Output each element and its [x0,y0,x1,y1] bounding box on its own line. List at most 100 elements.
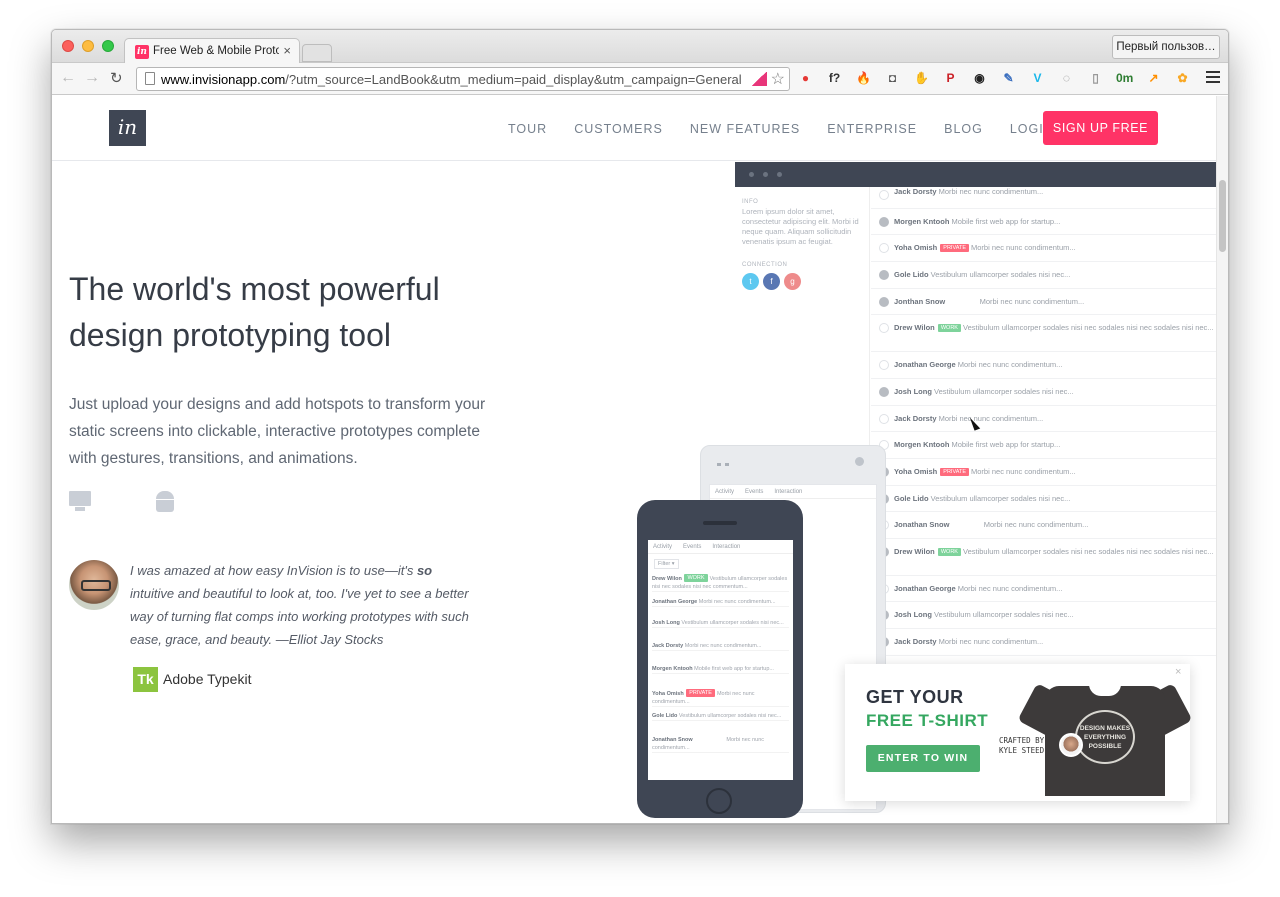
phone-message-row: Yoha Omish PRIVATE Morbi nec nunc condime… [652,689,789,707]
vimeo-icon[interactable]: V [1029,70,1046,87]
testimonial-quote: I was amazed at how easy InVision is to … [130,559,475,651]
reader-icon[interactable]: ▯ [1087,70,1104,87]
message-body: Morbi nec nunc condimentum... [971,467,1076,476]
message-sender: Josh Long [894,387,934,396]
forward-arrow-icon[interactable]: → [84,69,100,87]
eyedropper-icon[interactable]: ✎ [1000,70,1017,87]
message-sender: Jack Dorsty [894,637,939,646]
message-badge: CLIENTS [951,299,975,305]
message-badge: PRIVATE [940,468,970,476]
message-text: Jonathan Snow CLIENTS Morbi nec nunc cond… [894,520,1088,529]
mockup-dot [749,172,754,177]
message-sender: Yoha Omish [894,467,940,476]
message-avatar [879,323,889,333]
fquery-icon[interactable]: f? [826,70,843,87]
message-text: Gole Lido Vestibulum ullamcorper sodales… [894,270,1070,279]
phone-speaker [703,521,737,525]
pinterest-icon[interactable]: P [942,70,959,87]
message-sender: Jack Dorsty [894,414,939,423]
message-avatar [879,217,889,227]
puzzle-icon[interactable]: ✿ [1174,70,1191,87]
desktop-icon [69,489,93,515]
message-text: Josh Long Vestibulum ullamcorper sodales… [894,610,1074,619]
message-row: Yoha Omish PRIVATE Morbi nec nunc condime… [871,459,1217,486]
mockup-connection-heading: CONNECTION [742,262,788,268]
nav-blog[interactable]: BLOG [944,122,983,136]
message-sender: Yoha Omish [894,243,940,252]
nav-tour[interactable]: TOUR [508,122,547,136]
phone-message-body: Morbi nec nunc condimentum... [684,643,762,649]
profile-button[interactable]: Первый пользов… [1112,35,1220,59]
partner-name: Adobe Typekit [163,671,252,687]
message-sender: Gole Lido [894,494,931,503]
minimize-window-button[interactable] [82,40,94,52]
loader-icon[interactable]: ◌ [1058,70,1075,87]
message-badge: WORK [937,548,961,556]
url-text[interactable]: www.invisionapp.com/?utm_source=LandBook… [161,72,742,87]
bookmark-extension-icon[interactable] [751,72,767,86]
crafted-by-label: CRAFTED BY KYLE STEED [999,736,1045,755]
nav-enterprise[interactable]: ENTERPRISE [827,122,917,136]
nav-customers[interactable]: CUSTOMERS [574,122,663,136]
message-body: Vestibulum ullamcorper sodales nisi nec … [962,323,1214,332]
message-body: Mobile first web app for startup... [951,440,1061,449]
message-text: Morgen Kntooh Mobile first web app for s… [894,217,1060,226]
google-plus-icon: g [784,273,801,290]
scrollbar-thumb[interactable] [1219,180,1226,252]
evernote-icon[interactable]: ✋ [913,70,930,87]
message-avatar [879,360,889,370]
reload-icon[interactable]: ↻ [110,69,123,87]
message-sender: Morgen Kntooh [894,440,952,449]
sign-up-button[interactable]: SIGN UP FREE [1043,111,1158,145]
tshirt-image: DESIGN MAKES EVERYTHING POSSIBLE CRAFTED… [999,676,1193,796]
message-badge: PRIVATE [940,244,970,252]
flame-icon[interactable]: 🔥 [855,70,872,87]
phone-message-sender: Yoha Omish [652,691,686,697]
menu-hamburger-icon[interactable] [1206,71,1220,83]
mockup-tab: Events [683,544,702,550]
enter-to-win-button[interactable]: ENTER TO WIN [866,745,980,772]
message-row: Jonathan George Morbi nec nunc condiment… [871,352,1217,379]
pocket-icon[interactable]: ◘ [884,70,901,87]
invision-logo[interactable]: in [109,110,146,146]
bookmark-star-icon[interactable]: ☆ [771,69,785,89]
phone-message-sender: Josh Long [652,620,682,626]
mockup-info-heading: INFO [742,199,759,205]
browser-tab[interactable]: in Free Web & Mobile Prototy × [124,38,300,64]
camera-icon[interactable]: ◉ [971,70,988,87]
phone-message-row: Morgen Kntooh Mobile first web app for s… [652,665,789,674]
url-path: /?utm_source=LandBook&utm_medium=paid_di… [285,72,742,87]
message-avatar [879,414,889,424]
message-body: Morbi nec nunc condimentum... [983,520,1089,529]
address-bar[interactable]: www.invisionapp.com/?utm_source=LandBook… [136,67,790,91]
adblock-icon[interactable]: ● [797,70,814,87]
tshirt-promo: × GET YOUR FREE T-SHIRT ENTER TO WIN DES… [845,664,1193,801]
chart-icon[interactable]: ↗ [1145,70,1162,87]
message-text: Jack Dorsty Morbi nec nunc condimentum..… [894,187,1043,196]
mockup-info-text: Lorem ipsum dolor sit amet, consectetur … [742,207,859,246]
message-body: Morbi nec nunc condimentum... [938,414,1044,423]
message-text: Drew Wilon WORK Vestibulum ullamcorper so… [894,547,1214,556]
back-arrow-icon[interactable]: ← [60,69,76,87]
message-row: Jonathan George Morbi nec nunc condiment… [871,576,1217,602]
message-row: Jack Dorsty Morbi nec nunc condimentum..… [871,187,1217,209]
phone-message-badge: WORK [684,574,708,582]
mail-counter-icon[interactable]: 0m [1116,70,1133,87]
invision-favicon-icon: in [135,45,149,59]
page-viewport: in TOUR CUSTOMERS NEW FEATURES ENTERPRISE BL… [52,96,1218,823]
phone-message-sender: Jonathan George [652,599,699,605]
message-body: Morbi nec nunc condimentum... [979,297,1085,306]
main-nav: TOUR CUSTOMERS NEW FEATURES ENTERPRISE BLOG L… [508,122,1081,136]
vertical-scrollbar[interactable] [1216,96,1228,823]
message-text: Jonathan George Morbi nec nunc condiment… [894,360,1062,369]
close-window-button[interactable] [62,40,74,52]
maximize-window-button[interactable] [102,40,114,52]
new-tab-button[interactable] [302,44,332,62]
phone-mockup: Activity Events Interaction Filter ▾ Drew … [637,500,803,818]
message-text: Jonathan George Morbi nec nunc condiment… [894,584,1062,593]
nav-new-features[interactable]: NEW FEATURES [690,122,800,136]
mockup-tab: Interaction [774,489,803,495]
message-badge: WORK [937,324,961,332]
twitter-icon: t [742,273,759,290]
tab-close-icon[interactable]: × [283,43,291,58]
